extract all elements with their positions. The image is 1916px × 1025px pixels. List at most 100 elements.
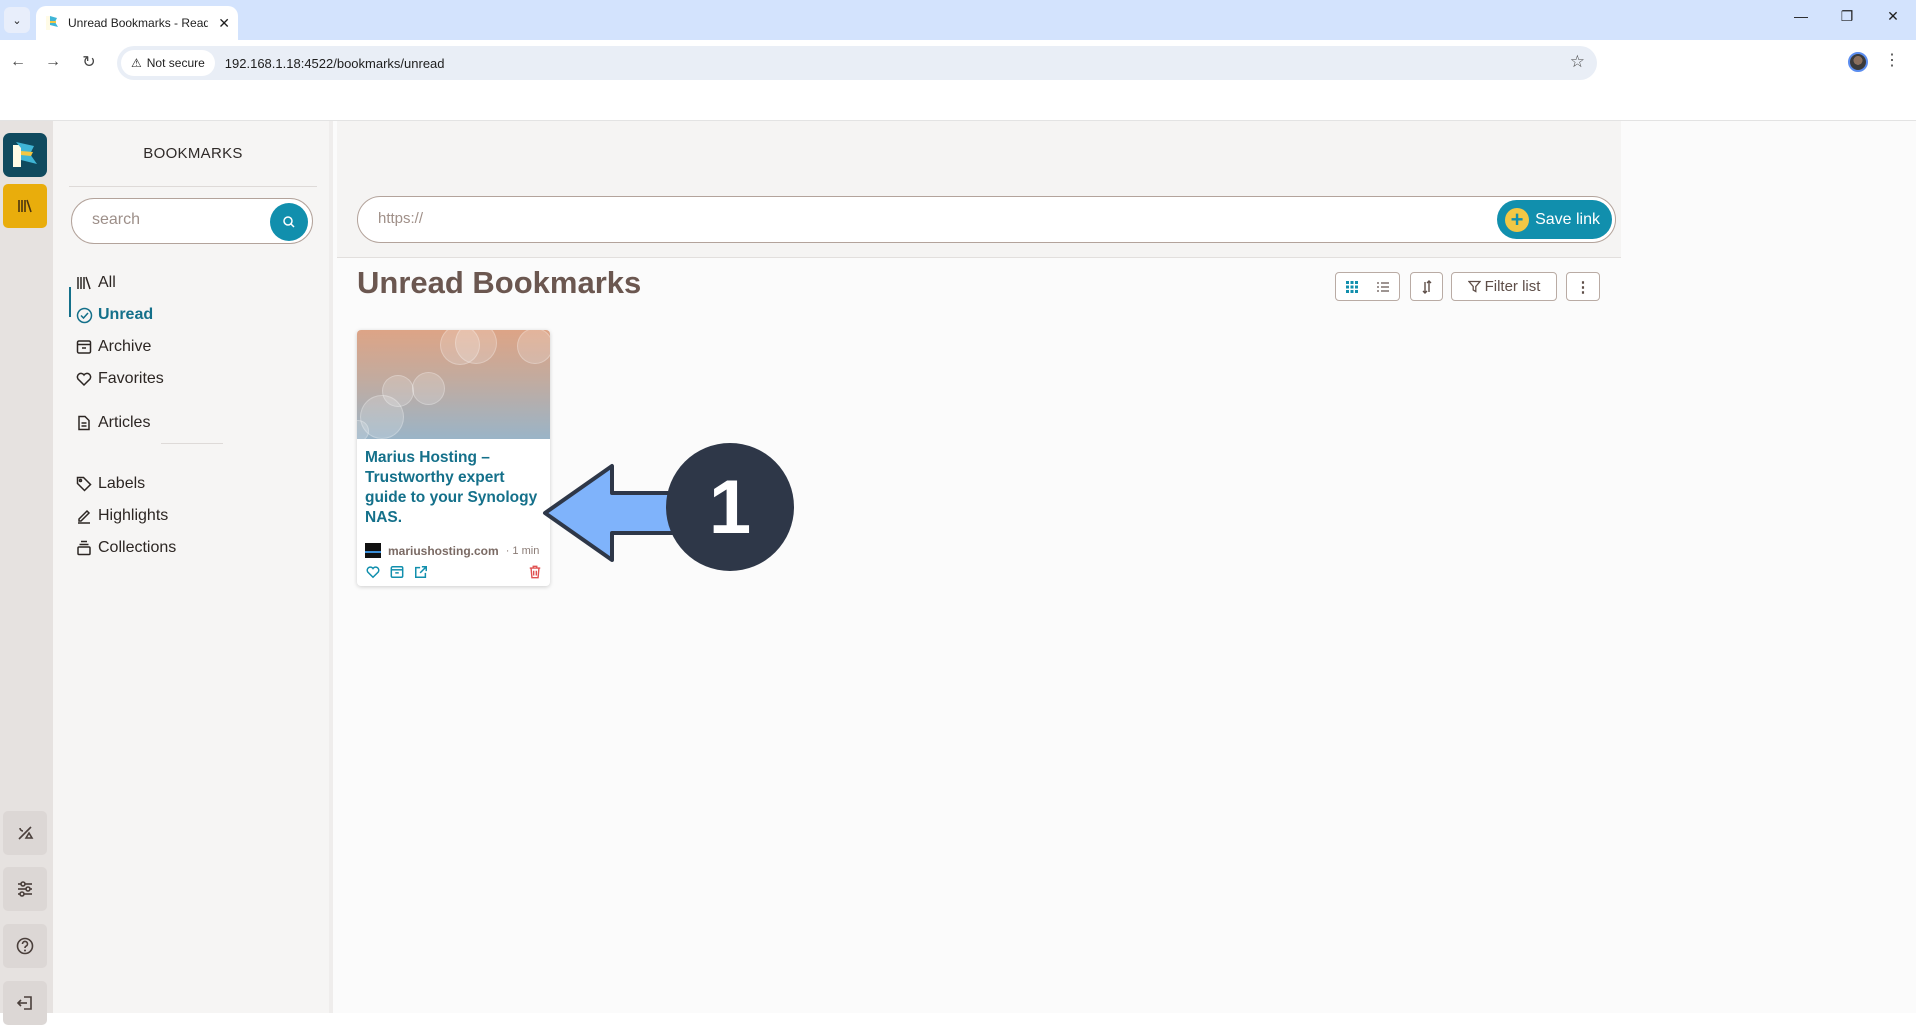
tag-icon — [75, 475, 93, 493]
readeck-favicon-icon — [46, 16, 58, 30]
security-label: Not secure — [146, 56, 205, 70]
settings-sliders-icon — [18, 881, 32, 897]
sidebar-item-labels[interactable]: Labels — [75, 472, 145, 496]
highlighter-icon — [75, 507, 93, 525]
sidebar-item-label: All — [98, 274, 116, 291]
sidebar-item-favorites[interactable]: Favorites — [75, 367, 164, 391]
sidebar-item-label: Labels — [98, 475, 146, 492]
sidebar-item-highlights[interactable]: Highlights — [75, 504, 168, 528]
more-options-button[interactable]: ⋮ — [1566, 272, 1600, 301]
favorite-button[interactable] — [365, 564, 381, 580]
search-input[interactable] — [92, 211, 252, 229]
rail-theme-button[interactable] — [3, 811, 47, 855]
heart-icon — [366, 566, 380, 579]
minimize-icon[interactable]: — — [1786, 8, 1816, 24]
view-toggle — [1335, 272, 1400, 301]
readeck-logo-icon — [13, 142, 37, 167]
profile-avatar[interactable] — [1848, 52, 1868, 72]
sidebar-item-label: Articles — [98, 414, 151, 431]
address-bar[interactable]: ⚠ Not secure 192.168.1.18:4522/bookmarks… — [117, 46, 1597, 80]
sidebar-item-collections[interactable]: Collections — [75, 536, 176, 560]
archive-button[interactable] — [389, 564, 405, 580]
browser-menu-icon[interactable]: ⋮ — [1884, 50, 1900, 70]
annotation-callout: 1 — [543, 443, 794, 571]
bookmark-star-icon[interactable]: ☆ — [1570, 52, 1585, 72]
security-chip[interactable]: ⚠ Not secure — [121, 50, 215, 76]
grid-icon — [1345, 280, 1358, 293]
heart-icon — [75, 370, 93, 388]
url-text[interactable]: 192.168.1.18:4522/bookmarks/unread — [225, 56, 445, 71]
forward-icon[interactable]: → — [41, 50, 65, 74]
save-link-label: Save link — [1535, 210, 1600, 228]
bookmark-actions — [365, 564, 543, 582]
sort-icon — [1422, 279, 1431, 294]
sidebar-item-all[interactable]: All — [75, 271, 116, 295]
filter-icon — [1467, 280, 1481, 293]
sidebar-item-label: Highlights — [98, 507, 169, 524]
external-link-icon — [415, 566, 427, 578]
tab-title: Unread Bookmarks - Readeck — [68, 16, 208, 30]
plus-icon: + — [1505, 207, 1530, 232]
tab-list-button[interactable]: ⌄ — [4, 7, 30, 33]
rail-help-button[interactable] — [3, 924, 47, 968]
grid-view-button[interactable] — [1336, 273, 1368, 300]
bookmark-read-time: · 1 min — [505, 544, 540, 557]
rail-bookmarks-button[interactable] — [3, 184, 47, 228]
annotation-number: 1 — [709, 465, 751, 550]
rail-logout-button[interactable] — [3, 981, 47, 1025]
logout-icon — [16, 996, 32, 1010]
annotation-arrow-icon — [543, 464, 682, 562]
sidebar-item-articles[interactable]: Articles — [75, 411, 150, 435]
open-external-button[interactable] — [413, 564, 429, 580]
search-button[interactable] — [270, 203, 308, 241]
bookmark-meta: mariushosting.com · 1 min — [365, 543, 539, 558]
sort-button[interactable] — [1410, 272, 1443, 301]
restore-icon[interactable]: ❐ — [1832, 8, 1862, 25]
bookmark-thumbnail[interactable] — [357, 330, 550, 439]
check-circle-icon — [75, 306, 93, 324]
search-icon — [283, 216, 295, 228]
collection-icon — [75, 539, 93, 557]
sidebar-item-archive[interactable]: Archive — [75, 335, 151, 359]
sidebar-item-label: Favorites — [98, 370, 164, 387]
help-icon — [16, 937, 34, 955]
close-window-icon[interactable]: ✕ — [1878, 8, 1908, 25]
page-title: Unread Bookmarks — [357, 265, 642, 300]
bookmark-card[interactable]: Marius Hosting – Trustworthy expert guid… — [357, 330, 550, 586]
url-input[interactable] — [378, 210, 1378, 227]
theme-toggle-icon — [18, 826, 34, 840]
filter-list-label: Filter list — [1484, 278, 1541, 295]
app: BOOKMARKS All Unread Archive Favorites — [0, 121, 1916, 1025]
sidebar-item-label: Unread — [98, 306, 154, 323]
active-indicator — [69, 287, 71, 317]
sidebar-title: BOOKMARKS — [143, 145, 243, 162]
sidebar-item-label: Collections — [98, 539, 177, 556]
filter-list-button[interactable]: Filter list — [1451, 272, 1557, 301]
reload-icon[interactable]: ↻ — [77, 50, 101, 74]
archive-icon — [390, 566, 404, 578]
sidebar: BOOKMARKS All Unread Archive Favorites — [53, 121, 333, 1013]
library-icon — [75, 274, 93, 292]
save-link-form: + Save link — [357, 196, 1616, 243]
browser-tab[interactable]: Unread Bookmarks - Readeck ✕ — [36, 6, 238, 40]
bookmark-site: mariushosting.com — [388, 543, 499, 558]
archive-icon — [75, 338, 93, 356]
more-vertical-icon: ⋮ — [1575, 278, 1591, 296]
readeck-logo[interactable] — [3, 133, 47, 177]
save-link-button[interactable]: + Save link — [1497, 200, 1612, 239]
browser-tabstrip: ⌄ Unread Bookmarks - Readeck ✕ — ❐ ✕ — [0, 0, 1916, 40]
document-icon — [75, 414, 93, 432]
tab-close-icon[interactable]: ✕ — [218, 15, 230, 32]
rail-settings-button[interactable] — [3, 867, 47, 911]
sidebar-separator — [161, 443, 223, 444]
warning-icon: ⚠ — [131, 56, 142, 70]
back-icon[interactable]: ← — [6, 50, 30, 74]
browser-toolbar: ← → ↻ ⚠ Not secure 192.168.1.18:4522/boo… — [0, 40, 1916, 120]
list-icon — [1377, 281, 1390, 292]
list-view-button[interactable] — [1368, 273, 1400, 300]
icon-rail — [0, 121, 53, 1025]
bookmark-title[interactable]: Marius Hosting – Trustworthy expert guid… — [365, 448, 543, 528]
sidebar-item-unread[interactable]: Unread — [75, 303, 153, 327]
search-box — [71, 198, 313, 244]
library-icon — [18, 199, 32, 213]
